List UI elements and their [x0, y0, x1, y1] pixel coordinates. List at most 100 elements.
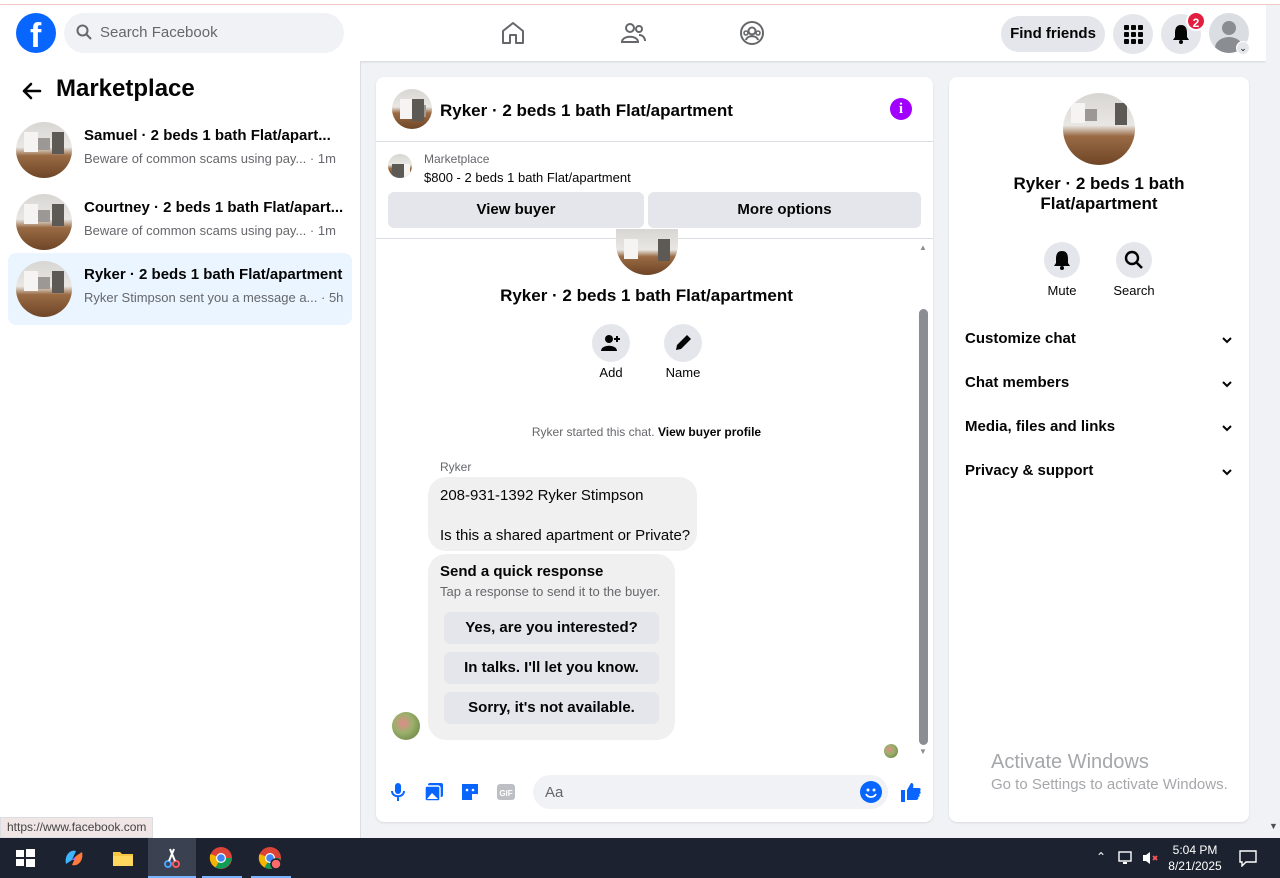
listing-thumbnail [16, 194, 72, 250]
conversation-sidebar: Marketplace Samuel · 2 beds 1 bath Flat/… [0, 61, 361, 838]
quick-response-subtitle: Tap a response to send it to the buyer. [440, 584, 661, 599]
chat-header-title[interactable]: Ryker · 2 beds 1 bath Flat/apartment [440, 101, 733, 121]
notification-center-icon[interactable] [1238, 849, 1258, 867]
page-scrollbar[interactable]: ▼ [1266, 5, 1280, 838]
search-placeholder: Search Facebook [100, 24, 218, 41]
chevron-down-icon[interactable]: ⌄ [1236, 41, 1250, 55]
chrome-icon[interactable] [209, 846, 233, 870]
conversation-time: · 1m [309, 151, 336, 166]
listing-thumbnail [16, 261, 72, 317]
scroll-down-arrow-icon[interactable]: ▼ [919, 747, 927, 756]
message-bubble: 208-931-1392 Ryker Stimpson Is this a sh… [428, 477, 697, 551]
rename-chat-button[interactable] [664, 324, 702, 362]
svg-text:GIF: GIF [499, 789, 512, 798]
section-label: Privacy & support [965, 462, 1094, 479]
name-label: Name [665, 365, 701, 380]
copilot-icon[interactable] [62, 846, 86, 870]
quick-reply-button[interactable]: In talks. I'll let you know. [444, 652, 659, 684]
top-navigation-bar: f Search Facebook Find friends 2 ⌄ [0, 5, 1266, 61]
info-icon[interactable]: i [890, 98, 912, 120]
network-icon[interactable] [1117, 850, 1135, 866]
groups-icon[interactable] [739, 20, 765, 46]
home-icon[interactable] [500, 20, 526, 46]
seen-indicator-avatar [884, 744, 898, 758]
sticker-icon[interactable] [460, 782, 480, 802]
back-arrow-icon[interactable] [20, 75, 44, 107]
view-buyer-profile-link[interactable]: View buyer profile [658, 425, 761, 439]
microphone-icon[interactable] [390, 782, 406, 802]
file-explorer-icon[interactable] [111, 846, 135, 870]
view-buyer-button[interactable]: View buyer [388, 192, 644, 228]
message-sender-name: Ryker [440, 460, 472, 474]
conversation-name: Ryker · 2 beds 1 bath Flat/apartment [84, 266, 343, 283]
quick-reply-button[interactable]: Yes, are you interested? [444, 612, 659, 644]
sidebar-title: Marketplace [56, 75, 195, 102]
chrome-profile-icon[interactable] [258, 846, 282, 870]
add-label: Add [599, 365, 623, 380]
photo-icon[interactable] [424, 782, 444, 802]
chat-window: Ryker · 2 beds 1 bath Flat/apartment i M… [376, 77, 933, 822]
gif-icon[interactable]: GIF [496, 782, 516, 802]
watermark-title: Activate Windows [991, 751, 1149, 773]
mute-button[interactable] [1044, 242, 1080, 278]
watermark-subtitle: Go to Settings to activate Windows. [991, 776, 1228, 793]
conversation-name: Samuel · 2 beds 1 bath Flat/apart... [84, 127, 331, 144]
thumbs-up-icon[interactable] [900, 781, 922, 803]
chat-header: Ryker · 2 beds 1 bath Flat/apartment i [376, 77, 933, 142]
friends-icon[interactable] [620, 20, 646, 46]
clock-date: 8/21/2025 [1168, 859, 1222, 873]
quick-response-card: Send a quick response Tap a response to … [428, 554, 675, 740]
facebook-logo[interactable]: f [16, 13, 56, 55]
message-line: Is this a shared apartment or Private? [440, 527, 691, 544]
clock-time: 5:04 PM [1172, 843, 1218, 857]
conversation-item-ryker[interactable]: Ryker · 2 beds 1 bath Flat/apartment Ryk… [8, 253, 352, 325]
section-label: Chat members [965, 374, 1070, 391]
section-label: Customize chat [965, 330, 1076, 347]
chat-details-title-line: Flat/apartment [1040, 194, 1158, 213]
more-options-button[interactable]: More options [648, 192, 921, 228]
section-label: Media, files and links [965, 418, 1116, 435]
chevron-down-icon [1222, 381, 1232, 388]
emoji-icon[interactable] [860, 781, 882, 803]
chat-started-text: Ryker started this chat. [531, 425, 655, 439]
chat-members-section[interactable]: Chat members [965, 374, 1233, 404]
chat-scrollbar-thumb[interactable] [919, 309, 928, 745]
tray-overflow-chevron-icon[interactable]: ⌃ [1096, 850, 1106, 864]
scroll-up-arrow-icon[interactable]: ▲ [919, 243, 927, 252]
search-icon [1124, 250, 1143, 269]
chat-header-thumbnail[interactable] [392, 89, 432, 129]
search-label: Search [1113, 283, 1155, 298]
add-member-button[interactable] [592, 324, 630, 362]
bell-icon [1054, 251, 1070, 270]
listing-thumbnail [16, 122, 72, 178]
message-input-placeholder: Aa [545, 784, 564, 801]
privacy-support-section[interactable]: Privacy & support [965, 462, 1233, 492]
sender-avatar [392, 712, 420, 740]
listing-price-title[interactable]: $800 - 2 beds 1 bath Flat/apartment [424, 170, 631, 185]
chat-details-title: Ryker · 2 beds 1 bath Flat/apartment [949, 174, 1249, 214]
conversation-time: · 1m [309, 223, 336, 238]
chat-details-thumbnail [1063, 93, 1135, 165]
find-friends-button[interactable]: Find friends [1001, 16, 1105, 52]
message-line: 208-931-1392 Ryker Stimpson [440, 487, 644, 504]
volume-muted-icon[interactable] [1141, 850, 1159, 866]
quick-reply-button[interactable]: Sorry, it's not available. [444, 692, 659, 724]
grid-menu-icon [1124, 25, 1143, 44]
chevron-down-icon [1222, 425, 1232, 432]
marketplace-label: Marketplace [424, 152, 490, 166]
conversation-item-courtney[interactable]: Courtney · 2 beds 1 bath Flat/apart... B… [8, 186, 352, 258]
search-input[interactable]: Search Facebook [64, 13, 344, 53]
system-clock[interactable]: 5:04 PM 8/21/2025 [1164, 842, 1226, 874]
search-in-chat-button[interactable] [1116, 242, 1152, 278]
windows-start-icon[interactable] [13, 846, 37, 870]
mute-label: Mute [1047, 283, 1077, 298]
snipping-tool-icon[interactable] [160, 846, 184, 870]
pencil-icon [676, 335, 691, 350]
customize-chat-section[interactable]: Customize chat [965, 330, 1233, 360]
conversation-item-samuel[interactable]: Samuel · 2 beds 1 bath Flat/apart... Bew… [8, 114, 352, 186]
scroll-down-arrow-icon[interactable]: ▼ [1269, 821, 1278, 831]
menu-button[interactable] [1113, 14, 1153, 54]
media-files-links-section[interactable]: Media, files and links [965, 418, 1233, 448]
message-input[interactable]: Aa [533, 775, 888, 809]
chevron-down-icon [1222, 469, 1232, 476]
